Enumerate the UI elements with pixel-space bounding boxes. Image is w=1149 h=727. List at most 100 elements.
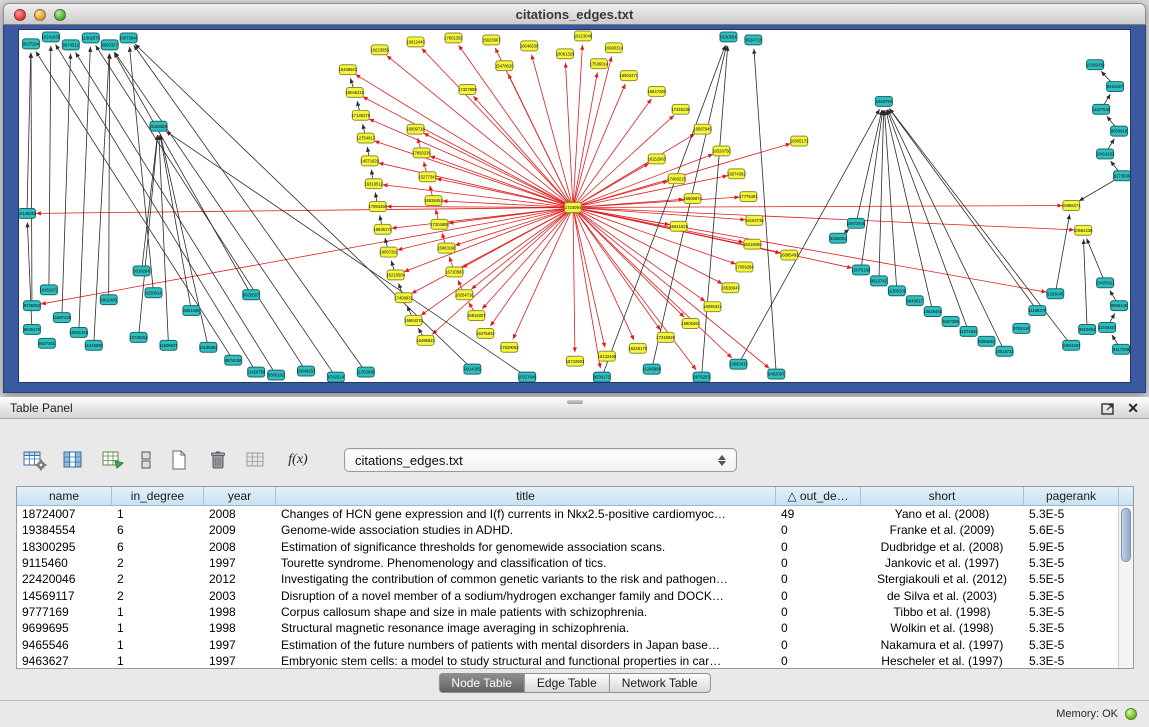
- graph-edge[interactable]: [76, 52, 277, 375]
- zoom-window-button[interactable]: [54, 9, 66, 21]
- graph-edge[interactable]: [49, 46, 51, 290]
- table-row[interactable]: 1872400712008Changes of HCN gene express…: [17, 506, 1133, 522]
- table-cell: 5.6E-5: [1024, 523, 1119, 537]
- splitter-handle[interactable]: [567, 400, 583, 404]
- graph-node-label: 9250814: [145, 290, 162, 295]
- column-header-name[interactable]: name: [17, 487, 112, 505]
- graph-edge[interactable]: [363, 97, 573, 208]
- graph-edge[interactable]: [129, 47, 153, 293]
- graph-node-label: 9650327: [102, 42, 119, 47]
- graph-edge[interactable]: [754, 49, 776, 374]
- network-canvas[interactable]: 1724094154895421604621617135278127548131…: [18, 29, 1131, 383]
- graph-edge[interactable]: [56, 45, 257, 373]
- graph-node-label: 9306182: [268, 373, 285, 378]
- graph-edge[interactable]: [422, 48, 573, 207]
- table-selector-dropdown[interactable]: citations_edges.txt: [344, 448, 737, 472]
- graph-node-label: 9845170: [24, 327, 41, 332]
- table-row[interactable]: 969969511998Structural magnetic resonanc…: [17, 620, 1133, 636]
- graph-edge[interactable]: [1084, 239, 1088, 329]
- table-function-green-icon[interactable]: [100, 447, 126, 473]
- table-cell: 9777169: [17, 605, 112, 619]
- graph-edge[interactable]: [31, 53, 32, 306]
- graph-edge[interactable]: [459, 45, 573, 207]
- table-row[interactable]: 911546021997Tourette syndrome. Phenomeno…: [17, 555, 1133, 571]
- tab-network-table[interactable]: Network Table: [610, 673, 711, 693]
- column-header-pagerank[interactable]: pagerank: [1024, 487, 1119, 505]
- traffic-lights: [14, 9, 66, 21]
- graph-edge[interactable]: [886, 110, 933, 312]
- function-icon[interactable]: f(x): [283, 447, 313, 473]
- graph-edge[interactable]: [573, 207, 745, 219]
- graph-edge[interactable]: [573, 207, 722, 283]
- column-header-short[interactable]: short: [861, 487, 1024, 505]
- graph-edge[interactable]: [573, 207, 769, 368]
- table-cell: 1998: [204, 621, 276, 635]
- graph-node-label: 10618723: [995, 349, 1014, 354]
- graph-edge[interactable]: [369, 119, 573, 208]
- graph-edge[interactable]: [134, 45, 366, 372]
- graph-edge[interactable]: [1055, 214, 1069, 293]
- graph-edge[interactable]: [879, 110, 884, 281]
- table-panel-header[interactable]: Table Panel ✕: [0, 397, 1149, 419]
- tab-node-table[interactable]: Node Table: [438, 673, 525, 693]
- close-window-button[interactable]: [14, 9, 26, 21]
- graph-edge[interactable]: [62, 54, 71, 318]
- table-row[interactable]: 946362711997Embryonic stem cells: a mode…: [17, 653, 1133, 669]
- table-row[interactable]: 1830029562008Estimation of significance …: [17, 539, 1133, 555]
- graph-edge[interactable]: [573, 163, 649, 207]
- graph-edge[interactable]: [424, 133, 573, 207]
- graph-edge[interactable]: [490, 207, 573, 326]
- tab-edge-table[interactable]: Edge Table: [525, 673, 610, 693]
- column-header-in_degree[interactable]: in_degree: [112, 487, 204, 505]
- graph-edge[interactable]: [573, 207, 634, 340]
- table-row[interactable]: 977716911998Corpus callosum shape and si…: [17, 604, 1133, 620]
- rows-icon[interactable]: [139, 447, 153, 473]
- graph-edge[interactable]: [573, 199, 684, 207]
- graph-edge[interactable]: [573, 206, 1062, 208]
- column-header-year[interactable]: year: [204, 487, 276, 505]
- table-cell: Stergiakouli et al. (2012): [861, 572, 1024, 586]
- column-header-out_de[interactable]: △ out_de…: [776, 487, 861, 505]
- table-row[interactable]: 1456911722003Disruption of a novel membe…: [17, 587, 1133, 603]
- graph-edge[interactable]: [888, 109, 1005, 351]
- graph-edge[interactable]: [109, 54, 110, 300]
- graph-edge[interactable]: [383, 185, 573, 208]
- close-panel-icon[interactable]: ✕: [1127, 401, 1139, 415]
- graph-edge[interactable]: [96, 45, 306, 371]
- select-columns-icon[interactable]: [61, 447, 87, 473]
- graph-edge[interactable]: [573, 207, 600, 368]
- table-vertical-scrollbar[interactable]: [1118, 506, 1133, 668]
- graph-edge[interactable]: [738, 109, 879, 364]
- graph-edge[interactable]: [861, 110, 883, 270]
- graph-edge[interactable]: [159, 135, 169, 345]
- window-titlebar[interactable]: citations_edges.txt: [3, 3, 1146, 25]
- graph-edge[interactable]: [482, 207, 573, 308]
- graph-edge[interactable]: [378, 163, 573, 208]
- graph-node-label: 8130564: [720, 35, 737, 40]
- graph-edge[interactable]: [79, 47, 91, 333]
- graph-edge[interactable]: [887, 110, 969, 332]
- graph-edge[interactable]: [442, 201, 573, 207]
- graph-edge[interactable]: [573, 56, 612, 207]
- float-panel-icon[interactable]: [1101, 402, 1115, 415]
- graph-edge[interactable]: [565, 63, 573, 208]
- import-table-icon[interactable]: [244, 447, 270, 473]
- table-row[interactable]: 1938455462009Genome-wide association stu…: [17, 522, 1133, 538]
- column-header-title[interactable]: title: [276, 487, 776, 505]
- graph-edge[interactable]: [573, 207, 575, 352]
- graph-edge[interactable]: [27, 53, 31, 214]
- minimize-window-button[interactable]: [34, 9, 46, 21]
- table-settings-icon[interactable]: [22, 447, 48, 473]
- graph-node-label: 18505172: [790, 139, 809, 144]
- table-row[interactable]: 946554611997Estimation of the future num…: [17, 636, 1133, 652]
- graph-edge[interactable]: [573, 207, 732, 358]
- table-row[interactable]: 2242004622012Investigating the contribut…: [17, 571, 1133, 587]
- delete-icon[interactable]: [205, 447, 231, 473]
- graph-edge[interactable]: [889, 109, 1037, 311]
- scrollbar-thumb[interactable]: [1121, 508, 1131, 562]
- graph-edge[interactable]: [387, 207, 573, 208]
- new-file-icon[interactable]: [166, 447, 192, 473]
- graph-edge[interactable]: [1087, 239, 1105, 283]
- graph-edge[interactable]: [27, 222, 32, 329]
- graph-edge[interactable]: [36, 207, 573, 213]
